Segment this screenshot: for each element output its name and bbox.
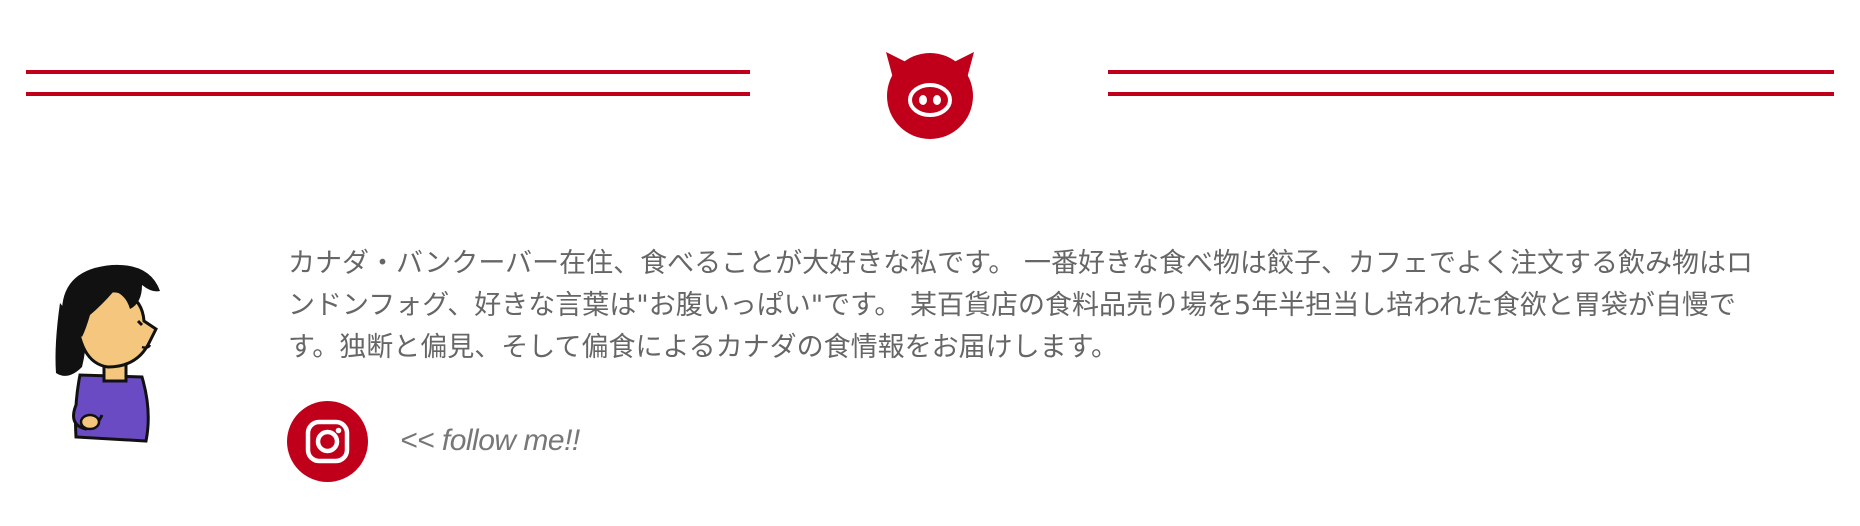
divider-line [26, 70, 750, 74]
divider-line [26, 92, 750, 96]
profile-avatar [46, 255, 176, 455]
header-divider-right [1108, 70, 1834, 96]
follow-me-label: << follow me!! [400, 424, 580, 457]
instagram-link-button[interactable] [287, 401, 368, 482]
divider-line [1108, 70, 1834, 74]
profile-bio: カナダ・バンクーバー在住、食べることが大好きな私です。 一番好きな食べ物は餃子、… [288, 248, 1753, 363]
instagram-icon [305, 419, 350, 464]
divider-line [1108, 92, 1834, 96]
header-divider-left [26, 70, 750, 96]
pig-face-icon [880, 48, 980, 140]
